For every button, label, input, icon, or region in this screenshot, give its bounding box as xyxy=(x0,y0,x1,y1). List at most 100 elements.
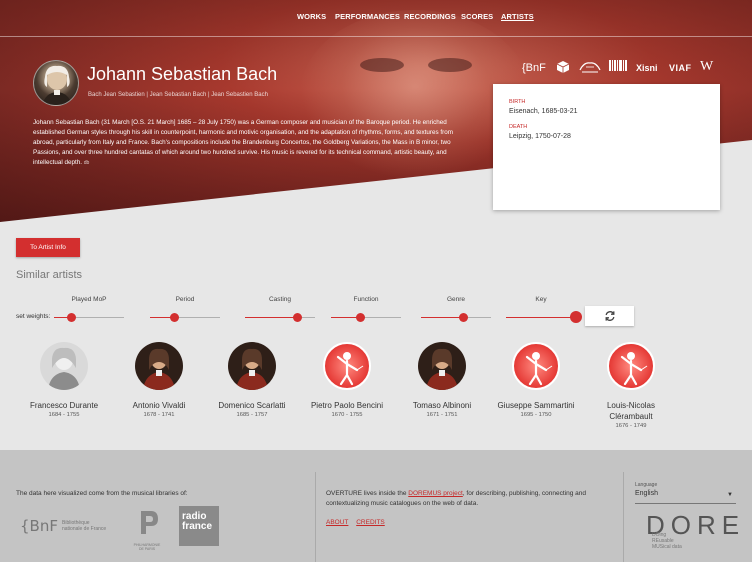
weight-slider[interactable]: Period xyxy=(150,296,220,326)
nav-performances[interactable]: PERFORMANCES xyxy=(335,12,400,21)
hand-source-icon[interactable] xyxy=(578,60,602,77)
weight-slider-thumb[interactable] xyxy=(293,313,302,322)
libraries-text: The data here visualized come from the m… xyxy=(16,490,188,497)
conductor-placeholder-icon xyxy=(620,352,648,386)
footer-divider-2 xyxy=(623,472,624,562)
doremus-logo[interactable]: DORE DOing REusable MUSical data xyxy=(638,510,748,562)
similar-artist-name[interactable]: Tomaso Albinoni xyxy=(402,400,482,411)
similar-artist-card[interactable]: Tomaso Albinoni 1671 - 1751 xyxy=(402,342,482,418)
weight-slider[interactable]: Key xyxy=(506,296,582,326)
language-value: English xyxy=(635,490,658,497)
weight-slider[interactable]: Genre xyxy=(421,296,491,326)
weight-slider-label: Genre xyxy=(446,296,466,303)
weight-slider-label: Key xyxy=(535,296,547,303)
death-value: Leipzig, 1750-07-28 xyxy=(509,133,571,140)
similar-artist-card[interactable]: Domenico Scarlatti 1685 - 1757 xyxy=(212,342,292,418)
weight-slider-thumb[interactable] xyxy=(355,313,365,322)
artist-portrait-image xyxy=(40,342,88,390)
barcode-source-icon[interactable] xyxy=(609,60,627,77)
similar-artist-name[interactable]: Domenico Scarlatti xyxy=(212,400,292,411)
bnf-logo[interactable]: {BnF xyxy=(20,517,58,535)
nav-artists[interactable]: ARTISTS xyxy=(501,12,534,21)
language-select[interactable]: English ▼ xyxy=(635,490,736,504)
artist-placeholder-avatar[interactable] xyxy=(323,342,371,390)
hero-portrait-eye-right xyxy=(428,58,472,72)
similar-artist-card[interactable]: Antonio Vivaldi 1678 - 1741 xyxy=(119,342,199,418)
artist-bio: Johann Sebastian Bach (31 March [O.S. 21… xyxy=(33,118,475,168)
similar-artist-card[interactable]: Francesco Durante 1684 - 1755 xyxy=(24,342,104,418)
similar-artist-dates: 1684 - 1755 xyxy=(48,412,80,418)
credits-link[interactable]: CREDITS xyxy=(356,519,385,526)
doremus-logo-tagline: DOing REusable MUSical data xyxy=(652,532,682,550)
similar-artist-dates: 1671 - 1751 xyxy=(426,412,458,418)
weight-slider-fill xyxy=(245,317,298,318)
language-label: Language xyxy=(635,482,658,488)
birth-label: BIRTH xyxy=(509,99,526,105)
similar-artist-name[interactable]: Louis-Nicolas Clérambault xyxy=(591,400,671,422)
birth-value: Eisenach, 1685-03-21 xyxy=(509,108,578,115)
refresh-button[interactable] xyxy=(585,306,634,326)
artist-portrait[interactable] xyxy=(40,342,88,390)
footer: The data here visualized come from the m… xyxy=(0,450,752,562)
nav-scores[interactable]: SCORES xyxy=(461,12,493,21)
wikipedia-source-link[interactable]: W xyxy=(700,59,713,75)
conductor-placeholder-icon xyxy=(525,352,553,386)
overture-text-pre: OVERTURE lives inside the xyxy=(326,490,409,497)
similar-artist-card[interactable]: Louis-Nicolas Clérambault 1676 - 1749 xyxy=(591,342,671,429)
weight-slider-thumb[interactable] xyxy=(570,311,582,323)
similar-artist-card[interactable]: Pietro Paolo Bencini 1670 - 1755 xyxy=(307,342,387,418)
weight-slider-thumb[interactable] xyxy=(170,313,179,322)
weight-slider-fill xyxy=(506,317,576,318)
weight-slider-label: Casting xyxy=(268,296,292,303)
about-link[interactable]: ABOUT xyxy=(326,519,348,526)
artist-info-box: BIRTH Eisenach, 1685-03-21 DEATH Leipzig… xyxy=(493,84,720,210)
overture-description: OVERTURE lives inside the DOREMUS projec… xyxy=(326,489,596,509)
weight-slider-thumb[interactable] xyxy=(67,313,76,322)
bnf-logo-line-2: nationale de France xyxy=(62,526,107,532)
footer-divider-1 xyxy=(315,472,316,562)
set-weights-label: set weights: xyxy=(16,313,51,320)
weight-slider-label: Played MoP xyxy=(71,296,107,303)
to-artist-info-button[interactable]: To Artist Info xyxy=(16,238,80,257)
footer-links: ABOUT CREDITS xyxy=(326,519,391,526)
artist-bio-text: Johann Sebastian Bach (31 March [O.S. 21… xyxy=(33,119,454,167)
viaf-source-link[interactable]: VIAF xyxy=(669,63,692,73)
bio-source-link[interactable]: db xyxy=(84,160,90,166)
artist-portrait-image xyxy=(135,342,183,390)
artist-portrait[interactable] xyxy=(135,342,183,390)
top-nav: WORKS PERFORMANCES RECORDINGS SCORES ART… xyxy=(0,0,752,37)
doremus-project-link[interactable]: DOREMUS project xyxy=(408,490,463,497)
weight-slider-thumb[interactable] xyxy=(458,313,468,322)
refresh-icon xyxy=(605,311,614,321)
artist-placeholder-avatar[interactable] xyxy=(607,342,655,390)
philharmonie-mark-icon xyxy=(141,511,158,534)
bnf-logo-text: Bibliothèque nationale de France xyxy=(62,520,106,532)
radio-france-logo[interactable]: radio france xyxy=(179,506,219,546)
similar-artist-dates: 1676 - 1749 xyxy=(615,423,647,429)
artist-portrait[interactable] xyxy=(418,342,466,390)
nav-recordings[interactable]: RECORDINGS xyxy=(404,12,456,21)
similar-artist-name[interactable]: Francesco Durante xyxy=(24,400,104,411)
weight-slider-label: Function xyxy=(353,296,379,303)
bnf-source-link[interactable]: {BnF xyxy=(522,62,546,74)
doremus-tag-3: MUSical data xyxy=(652,544,682,550)
artist-placeholder-avatar[interactable] xyxy=(512,342,560,390)
weight-slider-fill xyxy=(421,317,463,318)
artist-portrait[interactable] xyxy=(228,342,276,390)
similar-artists-title: Similar artists xyxy=(16,269,83,281)
nav-works[interactable]: WORKS xyxy=(297,12,326,21)
chevron-down-icon: ▼ xyxy=(727,492,733,498)
weight-slider[interactable]: Played MoP xyxy=(54,296,124,326)
similar-artist-card[interactable]: Giuseppe Sammartini 1695 - 1750 xyxy=(496,342,576,418)
artist-portrait-image xyxy=(418,342,466,390)
similar-artist-name[interactable]: Pietro Paolo Bencini xyxy=(307,400,387,411)
similar-artist-name[interactable]: Antonio Vivaldi xyxy=(119,400,199,411)
isni-source-link[interactable]: Xisni xyxy=(636,63,658,73)
cube-source-icon[interactable] xyxy=(556,60,570,77)
weight-slider[interactable]: Function xyxy=(331,296,401,326)
philharmonie-logo[interactable]: PHILHARMONIE DE PARIS xyxy=(132,508,162,551)
artist-name: Johann Sebastian Bach xyxy=(87,64,278,84)
weight-slider[interactable]: Casting xyxy=(245,296,315,326)
similar-artist-name[interactable]: Giuseppe Sammartini xyxy=(496,400,576,411)
artist-aliases: Bach Jean Sebastien | Jean Sebastian Bac… xyxy=(88,92,268,98)
